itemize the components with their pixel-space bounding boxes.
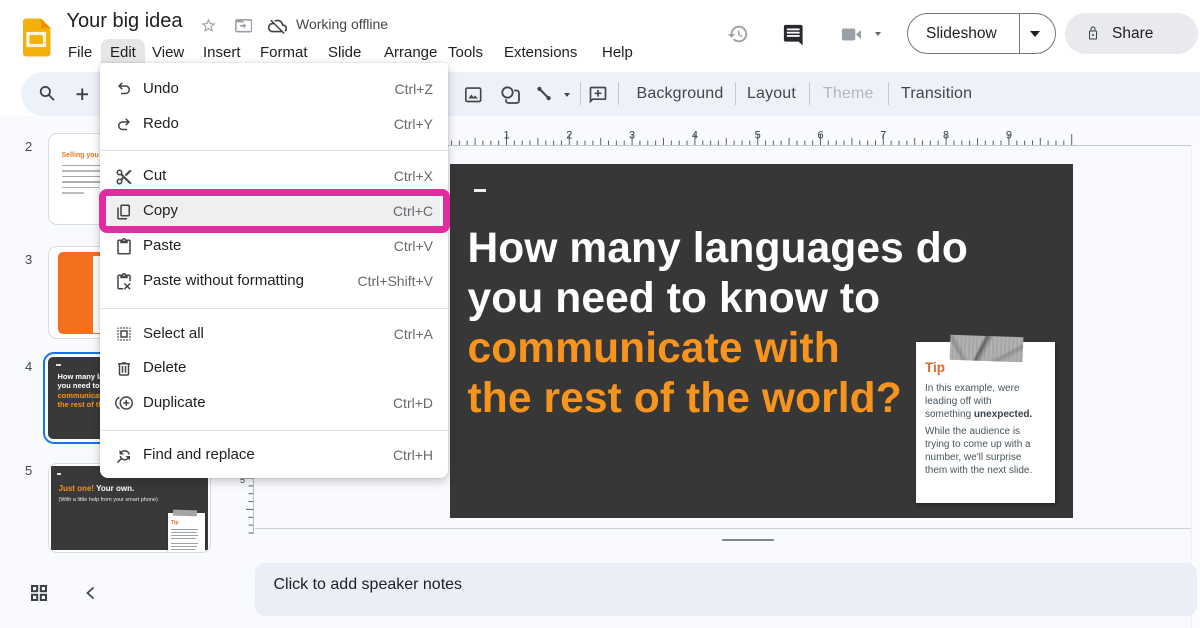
- svg-text:1: 1: [503, 130, 509, 142]
- svg-text:6: 6: [817, 130, 823, 142]
- svg-text:8: 8: [943, 130, 949, 142]
- svg-text:7: 7: [880, 130, 886, 142]
- svg-text:4: 4: [692, 130, 698, 142]
- svg-text:9: 9: [1006, 130, 1012, 142]
- svg-text:5: 5: [755, 130, 761, 142]
- svg-text:3: 3: [629, 130, 635, 142]
- svg-text:2: 2: [566, 130, 572, 142]
